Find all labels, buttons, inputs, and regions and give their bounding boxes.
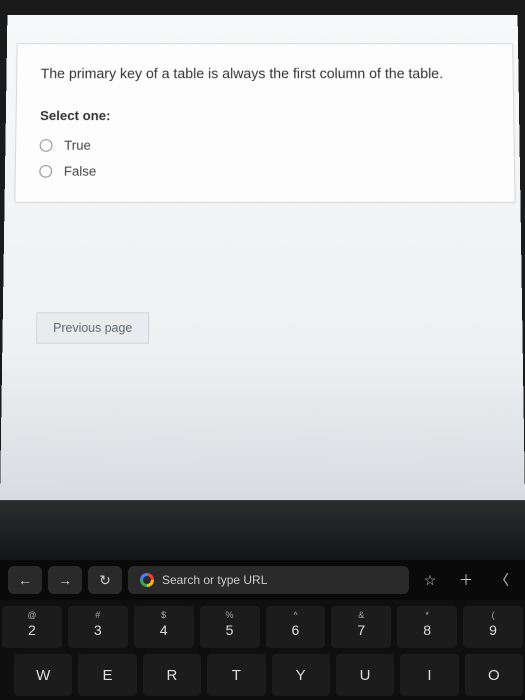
key-e[interactable]: E	[78, 654, 136, 696]
option-label: True	[64, 139, 91, 153]
bookmark-button[interactable]: ☆	[415, 566, 445, 594]
question-card: The primary key of a table is always the…	[14, 43, 515, 203]
radio-icon	[40, 140, 53, 152]
key-3[interactable]: #3	[68, 606, 128, 648]
touch-bar: ← → ↻ Search or type URL ☆ ＋ 〈	[0, 560, 525, 600]
key-5[interactable]: %5	[200, 606, 260, 648]
key-4[interactable]: $4	[134, 606, 194, 648]
search-placeholder: Search or type URL	[162, 573, 267, 587]
forward-button[interactable]: →	[48, 566, 82, 594]
key-w[interactable]: W	[14, 654, 72, 696]
keyboard: @2 #3 $4 %5 ^6 &7 *8 (9 W E R T Y U I O	[0, 600, 525, 700]
letter-row: W E R T Y U I O	[2, 654, 523, 696]
key-u[interactable]: U	[336, 654, 394, 696]
key-t[interactable]: T	[207, 654, 265, 696]
laptop-screen: The primary key of a table is always the…	[0, 15, 525, 500]
key-8[interactable]: *8	[397, 606, 457, 648]
radio-icon	[39, 165, 52, 177]
key-2[interactable]: @2	[2, 606, 62, 648]
select-one-label: Select one:	[40, 109, 490, 123]
screen-bezel	[0, 500, 525, 560]
google-icon	[140, 573, 154, 587]
key-6[interactable]: ^6	[266, 606, 326, 648]
reload-button[interactable]: ↻	[88, 566, 122, 594]
option-true[interactable]: True	[40, 133, 491, 159]
new-tab-button[interactable]: ＋	[451, 566, 481, 594]
option-label: False	[64, 164, 97, 178]
search-url-bar[interactable]: Search or type URL	[128, 566, 409, 594]
previous-page-button[interactable]: Previous page	[36, 312, 149, 343]
number-row: @2 #3 $4 %5 ^6 &7 *8 (9	[2, 606, 523, 648]
key-9[interactable]: (9	[463, 606, 523, 648]
key-y[interactable]: Y	[272, 654, 330, 696]
back-button[interactable]: ←	[8, 566, 42, 594]
question-text: The primary key of a table is always the…	[41, 65, 490, 84]
chevron-left-icon[interactable]: 〈	[487, 566, 517, 594]
key-7[interactable]: &7	[331, 606, 391, 648]
key-i[interactable]: I	[400, 654, 458, 696]
key-r[interactable]: R	[143, 654, 201, 696]
key-o[interactable]: O	[465, 654, 523, 696]
option-false[interactable]: False	[39, 159, 491, 185]
